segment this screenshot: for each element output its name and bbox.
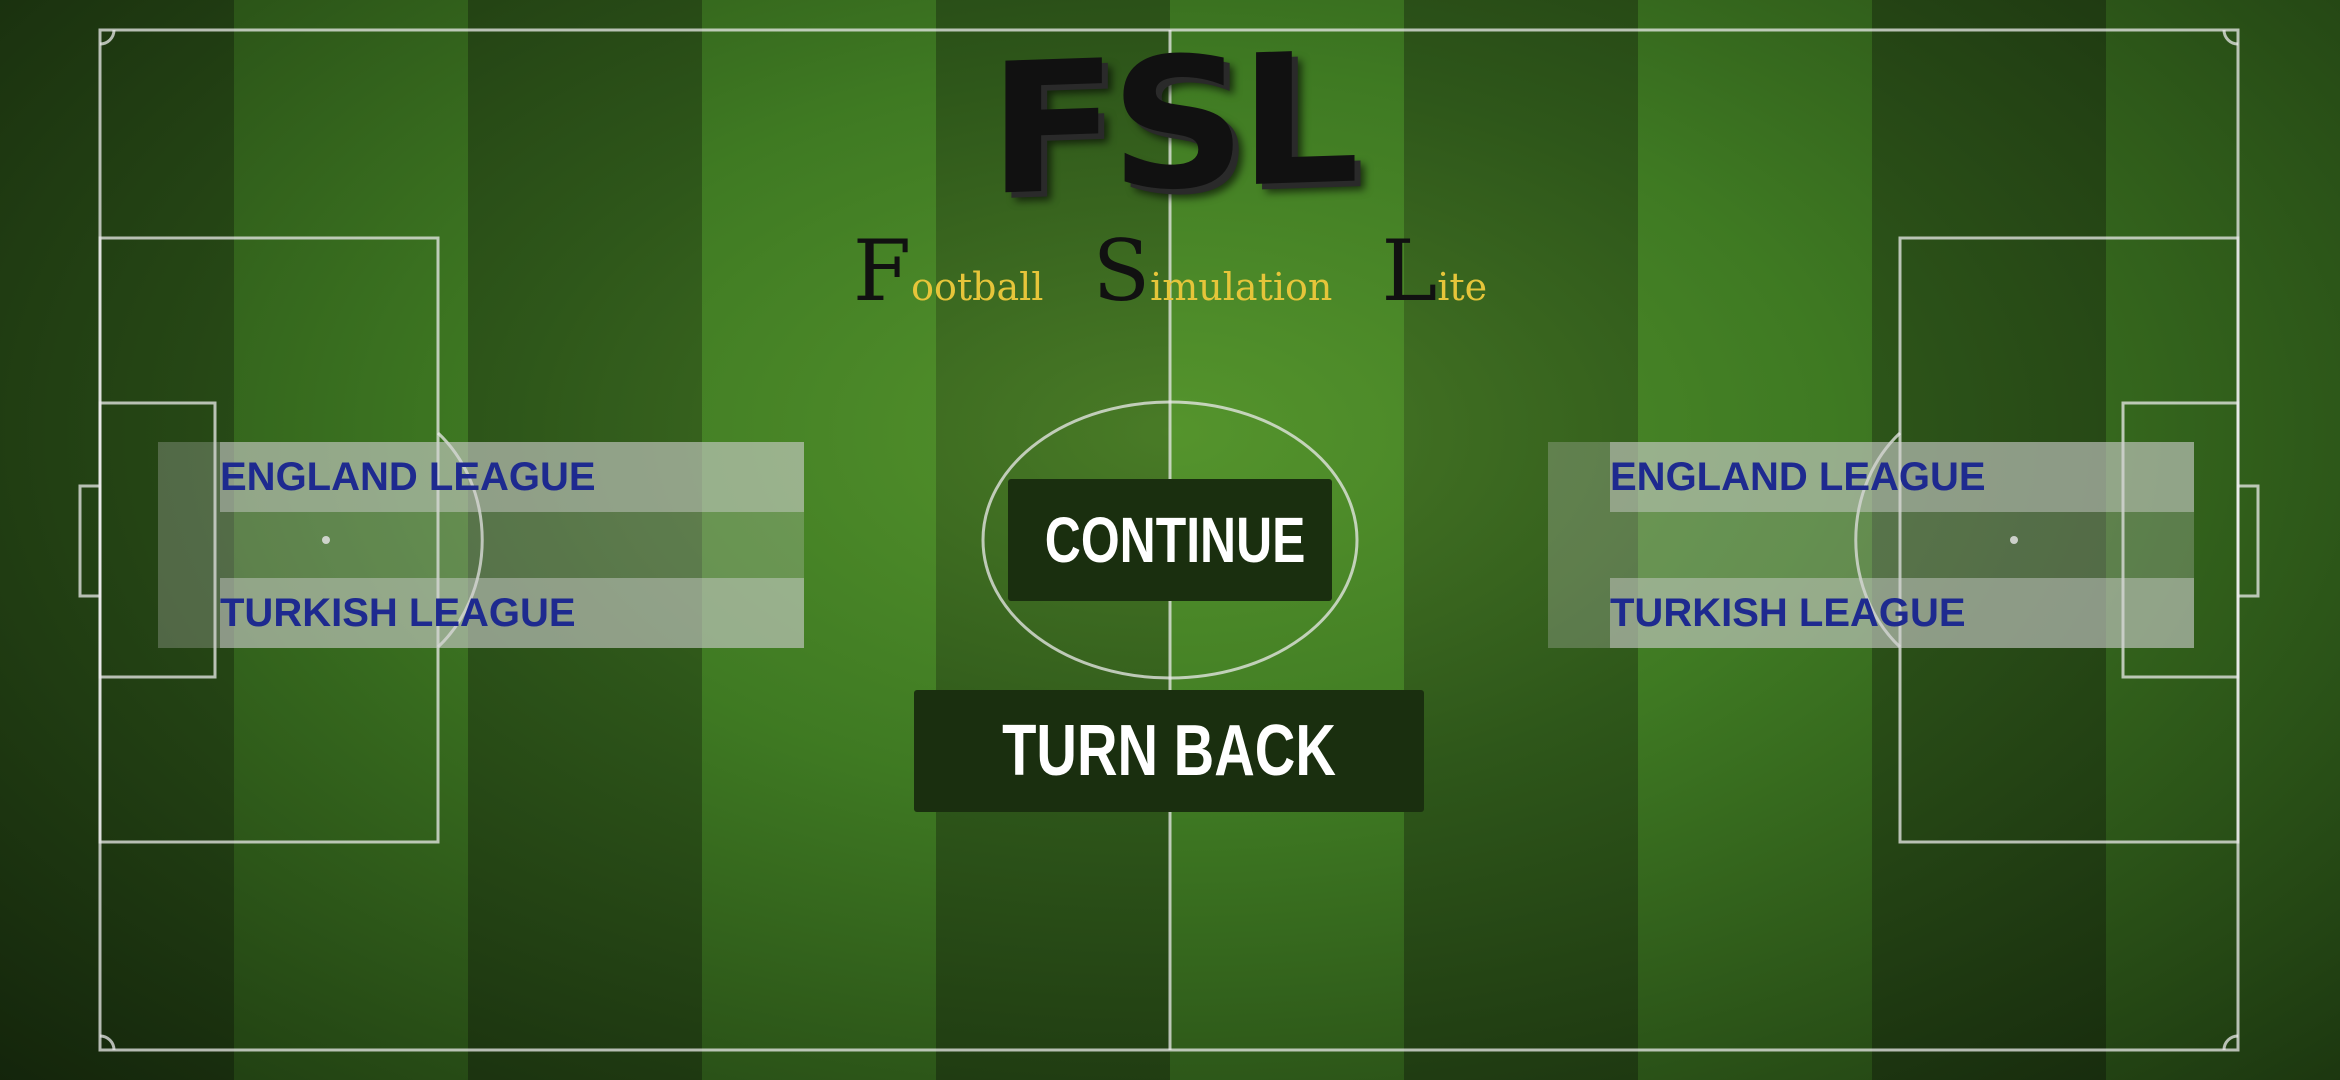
continue-button-label: CONTINUE xyxy=(1044,504,1306,576)
right-league-panel: ENGLAND LEAGUE TURKISH LEAGUE xyxy=(1548,442,2194,648)
subtitle-word-simulation: Simulation xyxy=(1092,222,1333,320)
right-turkish-league-option[interactable]: TURKISH LEAGUE xyxy=(1610,578,2194,648)
subtitle-word-lite: Lite xyxy=(1381,222,1488,320)
title-container: FSL xyxy=(0,13,2340,236)
game-logo: FSL xyxy=(988,13,1352,236)
turn-back-button[interactable]: TURN BACK xyxy=(914,690,1424,812)
right-goal xyxy=(2236,484,2260,598)
subtitle-word-football: Football xyxy=(852,222,1044,320)
left-league-panel: ENGLAND LEAGUE TURKISH LEAGUE xyxy=(158,442,804,648)
left-goal xyxy=(78,484,102,598)
corner-arc-bottom-left xyxy=(99,1034,116,1051)
football-pitch-background: FSL Football Simulation Lite ENGLAND LEA… xyxy=(0,0,2340,1080)
game-subtitle: Football Simulation Lite xyxy=(0,222,2340,320)
right-england-league-option[interactable]: ENGLAND LEAGUE xyxy=(1610,442,2194,512)
left-england-league-option[interactable]: ENGLAND LEAGUE xyxy=(220,442,804,512)
continue-button[interactable]: CONTINUE xyxy=(1008,479,1332,601)
corner-arc-bottom-right xyxy=(2222,1034,2239,1051)
left-turkish-league-option[interactable]: TURKISH LEAGUE xyxy=(220,578,804,648)
turn-back-button-label: TURN BACK xyxy=(1002,711,1336,791)
